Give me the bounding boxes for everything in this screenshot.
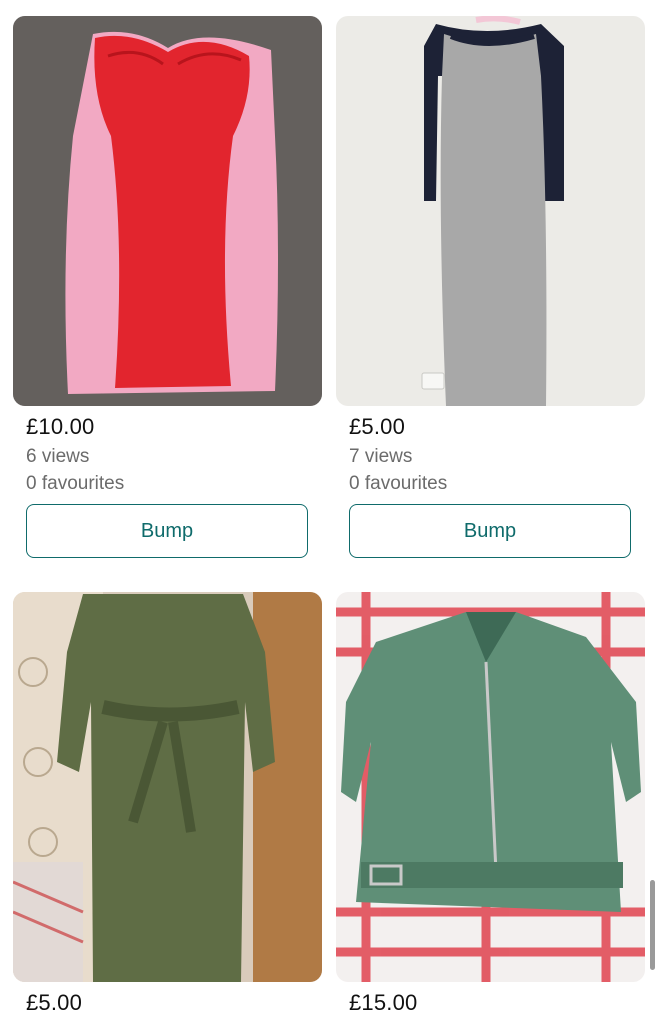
item-photo-khaki-jumpsuit[interactable] (13, 592, 322, 982)
item-price: £10.00 (26, 414, 95, 439)
listing-card[interactable]: £5.00 (13, 592, 322, 1024)
item-views: 6 views (26, 446, 90, 467)
listing-card[interactable]: £10.00 6 views 0 favourites Bump (13, 16, 322, 561)
item-price: £5.00 (26, 990, 83, 1015)
scrollbar[interactable] (650, 880, 655, 970)
item-price: £5.00 (349, 414, 406, 439)
listing-card[interactable]: £15.00 (336, 592, 645, 1024)
listings-grid: £10.00 6 views 0 favourites Bump £5.00 7… (0, 0, 658, 1024)
item-views: 7 views (349, 446, 413, 467)
listing-card[interactable]: £5.00 7 views 0 favourites Bump (336, 16, 645, 561)
item-photo-grey-maxi-dress[interactable] (336, 16, 645, 406)
item-price: £15.00 (349, 990, 418, 1015)
bump-button[interactable]: Bump (26, 504, 308, 558)
item-photo-green-biker-jacket[interactable] (336, 592, 645, 982)
bump-button[interactable]: Bump (349, 504, 631, 558)
item-favourites: 0 favourites (26, 473, 125, 494)
item-favourites: 0 favourites (349, 473, 448, 494)
item-photo-red-dress[interactable] (13, 16, 322, 406)
